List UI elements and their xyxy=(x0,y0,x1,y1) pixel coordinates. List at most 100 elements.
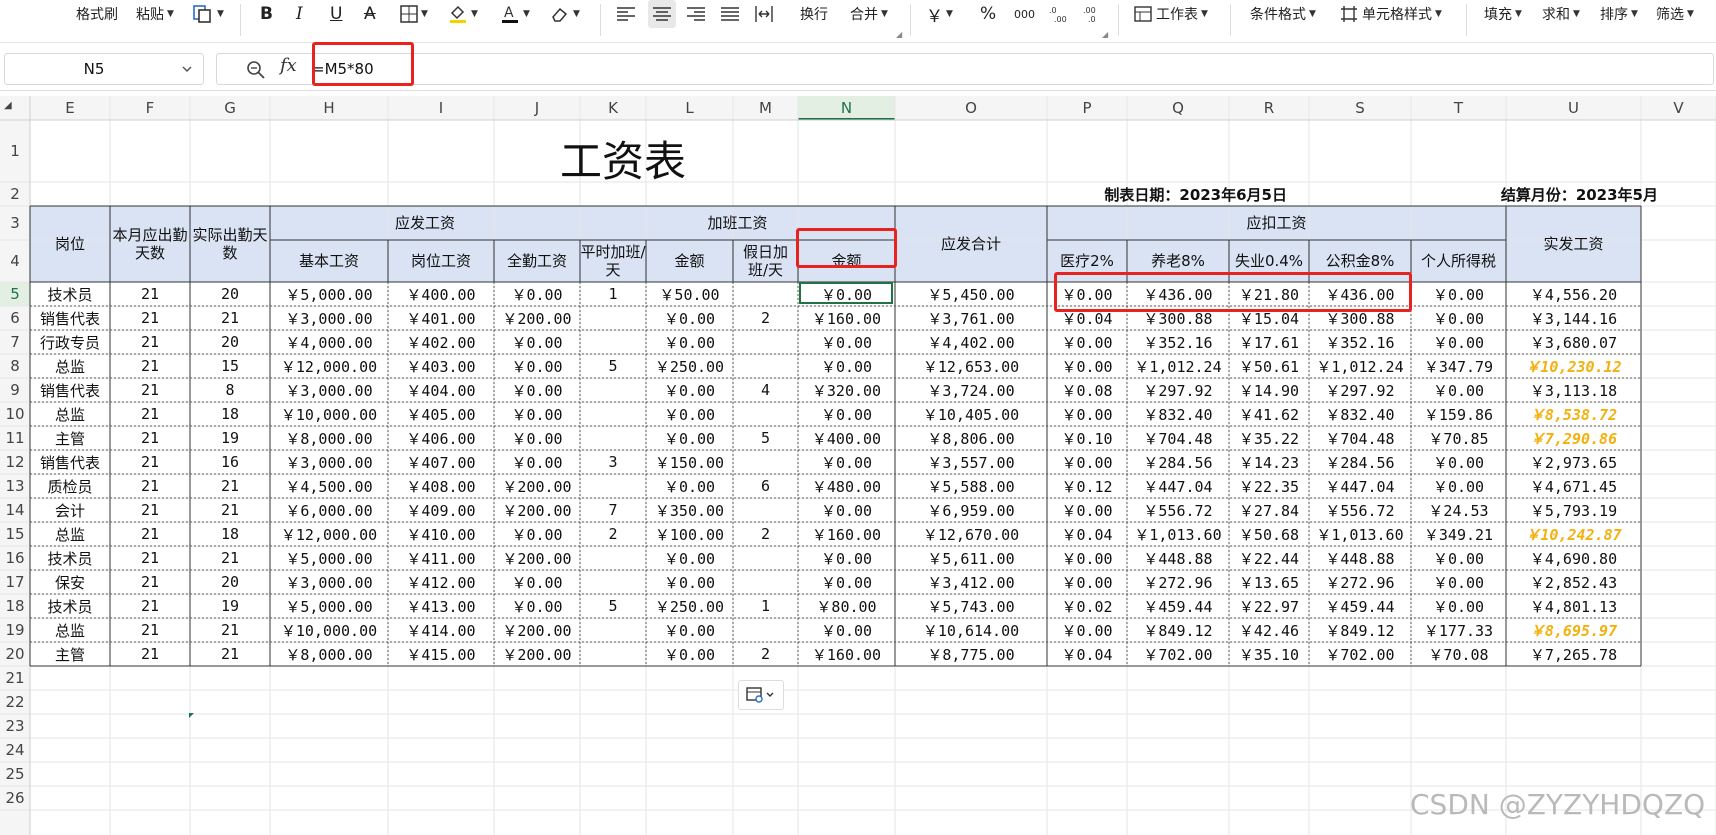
conditional-format-button[interactable]: 条件格式 ▼ xyxy=(1250,0,1316,28)
table-cell[interactable]: ￥0.00 xyxy=(494,450,580,474)
dialog-launcher-icon[interactable]: ◢ xyxy=(896,30,902,39)
table-cell[interactable] xyxy=(733,450,798,474)
distribute-button[interactable] xyxy=(754,0,774,28)
table-cell[interactable]: ￥3,144.16 xyxy=(1506,306,1641,330)
table-cell[interactable]: ￥849.12 xyxy=(1127,618,1229,642)
worksheet-button[interactable]: 工作表 ▼ xyxy=(1134,0,1208,28)
table-cell[interactable] xyxy=(580,474,646,498)
table-cell[interactable]: ￥0.00 xyxy=(646,474,733,498)
header-deduct-group[interactable]: 应扣工资 xyxy=(1047,206,1506,240)
table-cell[interactable]: ￥0.00 xyxy=(494,378,580,402)
table-cell[interactable]: ￥8,695.97 xyxy=(1506,618,1641,642)
table-cell[interactable]: ￥6,000.00 xyxy=(270,498,388,522)
merge-button[interactable]: 合并 ▼ xyxy=(850,0,888,28)
table-cell[interactable]: ￥556.72 xyxy=(1127,498,1229,522)
table-cell[interactable]: 5 xyxy=(580,594,646,618)
table-cell[interactable]: ￥0.00 xyxy=(1047,618,1127,642)
table-cell[interactable]: ￥415.00 xyxy=(388,642,494,666)
table-cell[interactable]: ￥12,000.00 xyxy=(270,522,388,546)
table-cell[interactable]: ￥0.00 xyxy=(646,642,733,666)
table-cell[interactable]: 质检员 xyxy=(30,474,110,498)
table-cell[interactable]: ￥0.00 xyxy=(494,426,580,450)
table-cell[interactable] xyxy=(580,570,646,594)
table-cell[interactable] xyxy=(733,282,798,306)
table-cell[interactable]: ￥400.00 xyxy=(388,282,494,306)
table-cell[interactable]: ￥413.00 xyxy=(388,594,494,618)
table-cell[interactable]: ￥0.00 xyxy=(798,354,895,378)
row-header-18[interactable]: 18 xyxy=(0,594,30,618)
table-cell[interactable]: ￥832.40 xyxy=(1127,402,1229,426)
table-cell[interactable]: ￥410.00 xyxy=(388,522,494,546)
table-cell[interactable]: ￥50.00 xyxy=(646,282,733,306)
table-cell[interactable]: ￥3,680.07 xyxy=(1506,330,1641,354)
table-cell[interactable] xyxy=(733,354,798,378)
row-header-20[interactable]: 20 xyxy=(0,642,30,666)
table-cell[interactable]: ￥0.10 xyxy=(1047,426,1127,450)
table-cell[interactable]: ￥160.00 xyxy=(798,306,895,330)
table-cell[interactable]: ￥0.00 xyxy=(1411,594,1506,618)
table-cell[interactable]: ￥0.12 xyxy=(1047,474,1127,498)
table-cell[interactable]: 21 xyxy=(190,306,270,330)
table-cell[interactable]: 16 xyxy=(190,450,270,474)
table-cell[interactable]: ￥407.00 xyxy=(388,450,494,474)
column-header-L[interactable]: L xyxy=(646,96,733,120)
table-cell[interactable]: ￥0.00 xyxy=(798,570,895,594)
table-cell[interactable]: ￥284.56 xyxy=(1309,450,1411,474)
table-cell[interactable]: ￥0.04 xyxy=(1047,642,1127,666)
table-cell[interactable]: ￥10,000.00 xyxy=(270,402,388,426)
table-cell[interactable]: ￥0.00 xyxy=(1047,570,1127,594)
table-cell[interactable]: ￥832.40 xyxy=(1309,402,1411,426)
table-cell[interactable]: ￥0.02 xyxy=(1047,594,1127,618)
table-cell[interactable]: ￥22.44 xyxy=(1229,546,1309,570)
table-cell[interactable]: ￥14.23 xyxy=(1229,450,1309,474)
table-cell[interactable]: ￥849.12 xyxy=(1309,618,1411,642)
table-cell[interactable]: ￥5,611.00 xyxy=(895,546,1047,570)
table-cell[interactable]: ￥7,265.78 xyxy=(1506,642,1641,666)
table-cell[interactable]: ￥2,852.43 xyxy=(1506,570,1641,594)
table-cell[interactable]: ￥13.65 xyxy=(1229,570,1309,594)
table-cell[interactable]: ￥42.46 xyxy=(1229,618,1309,642)
column-header-V[interactable]: V xyxy=(1641,96,1716,120)
table-cell[interactable]: ￥10,614.00 xyxy=(895,618,1047,642)
table-cell[interactable]: ￥10,405.00 xyxy=(895,402,1047,426)
table-cell[interactable] xyxy=(580,402,646,426)
table-cell[interactable]: ￥3,000.00 xyxy=(270,570,388,594)
table-cell[interactable]: ￥3,000.00 xyxy=(270,378,388,402)
clear-format-button[interactable]: ▼ xyxy=(550,0,580,28)
table-cell[interactable]: 21 xyxy=(110,306,190,330)
table-cell[interactable]: ￥0.00 xyxy=(1047,450,1127,474)
header-position[interactable]: 岗位 xyxy=(30,206,110,282)
header-tax[interactable]: 个人所得税 xyxy=(1411,240,1506,282)
table-cell[interactable]: ￥0.00 xyxy=(646,378,733,402)
align-center-button[interactable] xyxy=(648,0,676,28)
row-header-21[interactable]: 21 xyxy=(0,666,30,690)
table-cell[interactable] xyxy=(580,330,646,354)
row-header-24[interactable]: 24 xyxy=(0,738,30,762)
table-cell[interactable]: ￥704.48 xyxy=(1309,426,1411,450)
table-cell[interactable]: 总监 xyxy=(30,618,110,642)
table-cell[interactable]: ￥150.00 xyxy=(646,450,733,474)
table-cell[interactable]: ￥0.00 xyxy=(798,618,895,642)
table-cell[interactable]: ￥0.00 xyxy=(1411,570,1506,594)
table-cell[interactable]: 21 xyxy=(110,618,190,642)
table-cell[interactable]: ￥3,761.00 xyxy=(895,306,1047,330)
row-header-17[interactable]: 17 xyxy=(0,570,30,594)
table-cell[interactable]: ￥35.22 xyxy=(1229,426,1309,450)
row-header-2[interactable]: 2 xyxy=(0,182,30,206)
table-cell[interactable]: 总监 xyxy=(30,522,110,546)
column-header-E[interactable]: E xyxy=(30,96,110,120)
table-cell[interactable]: ￥10,000.00 xyxy=(270,618,388,642)
font-color-button[interactable]: A ▼ xyxy=(500,0,530,28)
table-cell[interactable]: ￥12,670.00 xyxy=(895,522,1047,546)
table-cell[interactable]: 8 xyxy=(190,378,270,402)
table-cell[interactable]: ￥200.00 xyxy=(494,618,580,642)
table-cell[interactable]: ￥0.00 xyxy=(646,618,733,642)
table-cell[interactable]: ￥4,000.00 xyxy=(270,330,388,354)
table-cell[interactable]: ￥0.00 xyxy=(494,522,580,546)
sum-button[interactable]: 求和 ▼ xyxy=(1542,0,1580,28)
row-header-8[interactable]: 8 xyxy=(0,354,30,378)
row-header-10[interactable]: 10 xyxy=(0,402,30,426)
table-cell[interactable]: ￥8,000.00 xyxy=(270,426,388,450)
table-cell[interactable]: ￥3,557.00 xyxy=(895,450,1047,474)
table-cell[interactable]: ￥0.00 xyxy=(494,330,580,354)
